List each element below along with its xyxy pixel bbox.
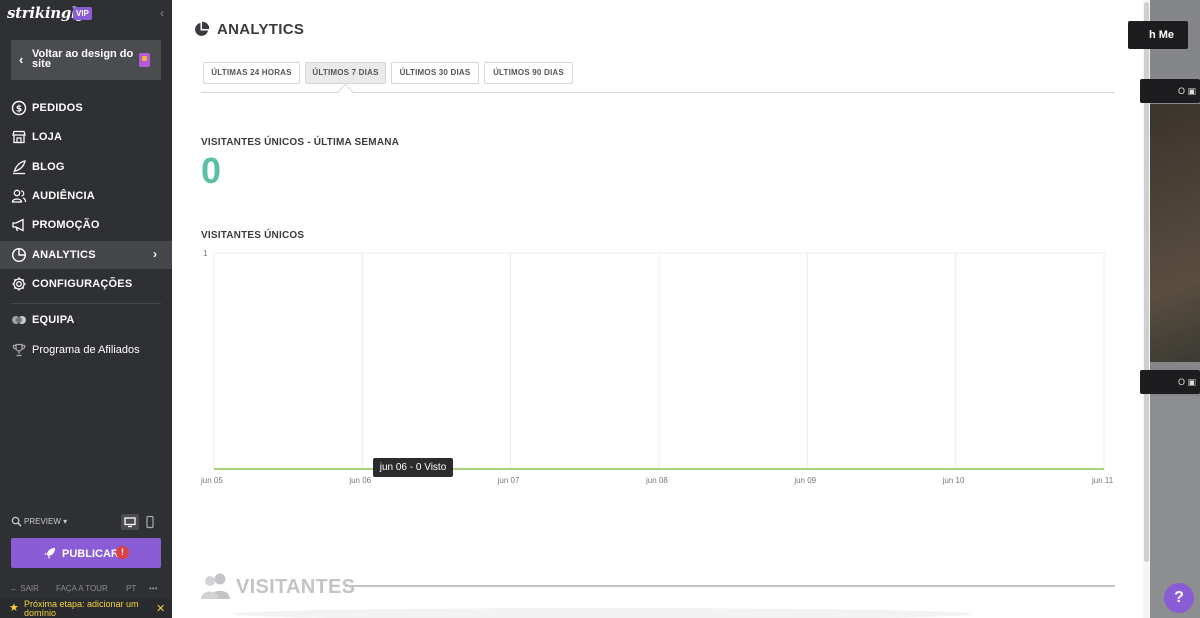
nav-label: PEDIDOS bbox=[32, 102, 83, 114]
image-icon: ▣ bbox=[1187, 86, 1196, 96]
next-step-label: Próxima etapa: adicionar um domínio bbox=[24, 599, 139, 618]
backdrop-image-badge[interactable]: O ▣ bbox=[1140, 79, 1200, 103]
nav-label: EQUIPA bbox=[32, 314, 75, 326]
nav-label: AUDIÊNCIA bbox=[32, 190, 95, 202]
badge-text: O bbox=[1177, 86, 1185, 96]
nav-item-equipa[interactable]: EQUIPA bbox=[0, 306, 172, 334]
store-icon bbox=[12, 130, 26, 144]
back-to-design-label: Voltar ao design do site bbox=[32, 48, 134, 70]
x-tick-label: jun 07 bbox=[497, 476, 520, 485]
publish-alert-badge: ! bbox=[116, 546, 129, 559]
arrow-left-icon: ← bbox=[10, 584, 18, 593]
nav-item-blog[interactable]: BLOG bbox=[0, 153, 172, 181]
gear-icon bbox=[12, 277, 26, 291]
x-tick-label: jun 05 bbox=[200, 476, 223, 485]
nav-item-audiencia[interactable]: AUDIÊNCIA bbox=[0, 182, 172, 210]
nav-item-afiliados[interactable]: Programa de Afiliados bbox=[0, 336, 172, 364]
nav-item-pedidos[interactable]: $ PEDIDOS bbox=[0, 94, 172, 122]
mobile-preview-button[interactable] bbox=[144, 514, 156, 530]
y-tick-label: 1 bbox=[203, 249, 208, 258]
visitors-divider bbox=[345, 585, 1115, 587]
nav-item-configuracoes[interactable]: CONFIGURAÇÕES bbox=[0, 270, 172, 298]
publish-label: PUBLICAR bbox=[62, 548, 119, 560]
analytics-panel: ANALYTICS ÚLTIMAS 24 HORAS ÚLTIMOS 7 DIA… bbox=[172, 0, 1147, 618]
nav-label: Programa de Afiliados bbox=[32, 344, 140, 356]
search-icon bbox=[11, 516, 22, 527]
backdrop-image bbox=[1150, 104, 1200, 362]
next-step-banner[interactable]: ★ Próxima etapa: adicionar um domínio ✕ bbox=[0, 599, 172, 618]
nav-label: LOJA bbox=[32, 131, 63, 143]
star-icon: ★ bbox=[9, 602, 19, 614]
nav-divider bbox=[11, 303, 161, 304]
nav-item-analytics[interactable]: ANALYTICS › bbox=[0, 241, 172, 269]
nav-label: BLOG bbox=[32, 161, 65, 173]
collapse-sidebar-icon[interactable]: ‹ bbox=[160, 6, 164, 20]
x-tick-label: jun 06 bbox=[348, 476, 371, 485]
chart-tooltip: jun 06 - 0 Visto bbox=[373, 458, 453, 477]
pie-chart-icon bbox=[11, 247, 27, 263]
chevron-right-icon: › bbox=[153, 247, 157, 261]
megaphone-icon bbox=[12, 218, 24, 232]
preview-row: PREVIEW ▾ bbox=[0, 512, 172, 532]
backdrop-button[interactable]: h Me bbox=[1128, 21, 1188, 49]
nav-label: CONFIGURAÇÕES bbox=[32, 278, 133, 290]
nav-label: PROMOÇÃO bbox=[32, 219, 100, 231]
visitors-icon bbox=[201, 573, 230, 599]
desktop-preview-button[interactable] bbox=[121, 514, 139, 530]
image-icon: ▣ bbox=[1187, 377, 1196, 387]
nav-item-loja[interactable]: LOJA bbox=[0, 123, 172, 151]
back-to-design-button[interactable]: ‹ Voltar ao design do site bbox=[11, 40, 161, 80]
help-button[interactable]: ? bbox=[1164, 583, 1194, 613]
visitors-card-shadow bbox=[232, 608, 972, 618]
people-icon bbox=[11, 189, 27, 203]
tour-link[interactable]: FAÇA A TOUR bbox=[56, 584, 108, 593]
x-tick-label: jun 10 bbox=[942, 476, 965, 485]
exit-label: SAIR bbox=[20, 584, 39, 593]
quill-icon bbox=[13, 160, 26, 175]
unique-visitors-chart: 1 jun 05 jun 06 jun 07 jun 08 jun 09 jun 10 jun… bbox=[200, 249, 1114, 485]
chevron-left-icon: ‹ bbox=[19, 52, 24, 67]
more-options-icon[interactable]: ••• bbox=[149, 584, 157, 593]
nav-label: ANALYTICS bbox=[32, 249, 96, 261]
desktop-icon bbox=[124, 517, 136, 528]
caret-down-icon: ▾ bbox=[63, 517, 68, 526]
visitors-section-title: VISITANTES bbox=[236, 576, 356, 598]
preview-dropdown[interactable]: PREVIEW ▾ bbox=[24, 517, 67, 526]
backdrop-image-badge[interactable]: O ▣ bbox=[1140, 370, 1200, 394]
exit-link[interactable]: ← SAIR bbox=[10, 584, 39, 593]
x-tick-label: jun 08 bbox=[645, 476, 668, 485]
trophy-icon bbox=[12, 343, 26, 357]
close-icon[interactable]: ✕ bbox=[156, 602, 165, 615]
x-tick-label: jun 09 bbox=[793, 476, 816, 485]
rocket-icon bbox=[44, 547, 56, 559]
team-icon bbox=[12, 316, 26, 324]
sidebar: strikingly VIP ‹ ‹ Voltar ao design do s… bbox=[0, 0, 172, 618]
dollar-circle-icon: $ bbox=[11, 100, 27, 116]
vip-badge: VIP bbox=[73, 7, 92, 20]
language-selector[interactable]: PT bbox=[126, 584, 136, 593]
preview-label: PREVIEW bbox=[24, 517, 61, 526]
site-editor-icon bbox=[139, 53, 150, 67]
badge-text: O bbox=[1177, 377, 1185, 387]
logo-row: strikingly VIP ‹ bbox=[0, 0, 172, 30]
svg-text:$: $ bbox=[16, 105, 22, 115]
sidebar-footer: ← SAIR FAÇA A TOUR PT ••• bbox=[0, 582, 172, 596]
x-tick-label: jun 11 bbox=[1091, 476, 1114, 485]
mobile-icon bbox=[146, 515, 154, 529]
publish-button[interactable]: PUBLICAR ! bbox=[11, 538, 161, 568]
nav-item-promocao[interactable]: PROMOÇÃO bbox=[0, 211, 172, 239]
